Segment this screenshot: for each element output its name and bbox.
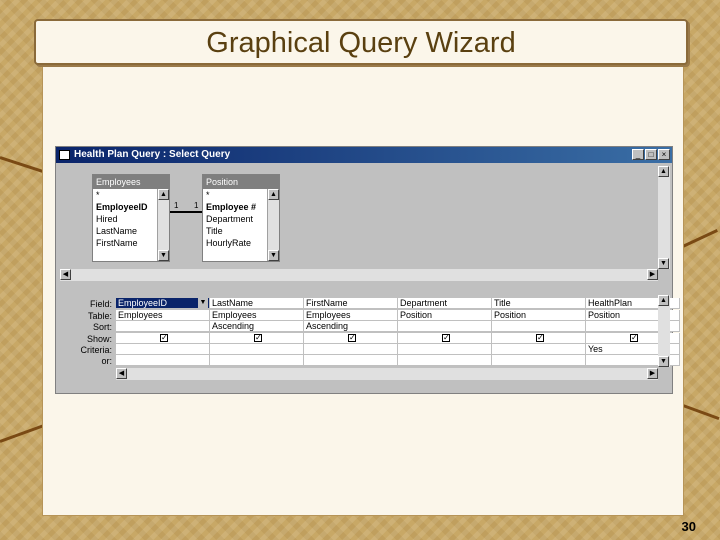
criteria-cell[interactable] xyxy=(492,344,586,355)
close-button[interactable]: × xyxy=(658,149,670,160)
table-pane: Employees * EmployeeID Hired LastName Fi… xyxy=(60,166,658,269)
scroll-down-icon[interactable]: ▼ xyxy=(658,356,669,367)
table-pane-hscrollbar[interactable]: ◀ ▶ xyxy=(60,269,658,281)
grid-vscrollbar[interactable]: ▲ ▼ xyxy=(658,295,670,367)
minimize-button[interactable]: _ xyxy=(632,149,644,160)
row-label: Sort: xyxy=(92,322,112,332)
show-cell[interactable]: ✓ xyxy=(116,333,210,344)
table-cell[interactable]: Employees xyxy=(116,310,210,321)
scroll-right-icon[interactable]: ▶ xyxy=(647,269,658,280)
or-cell[interactable] xyxy=(492,355,586,366)
show-cell[interactable]: ✓ xyxy=(398,333,492,344)
field-cell[interactable]: FirstName xyxy=(304,298,398,309)
scroll-up-icon[interactable]: ▲ xyxy=(158,189,169,200)
relationship-one-right: 1 xyxy=(194,201,199,210)
show-cell[interactable]: ✓ xyxy=(210,333,304,344)
row-label: or: xyxy=(101,356,112,366)
scroll-left-icon[interactable]: ◀ xyxy=(116,368,127,379)
relationship-one-left: 1 xyxy=(174,201,179,210)
show-checkbox[interactable]: ✓ xyxy=(536,334,544,342)
table-pane-vscrollbar[interactable]: ▲ ▼ xyxy=(658,166,670,269)
field-cell[interactable]: EmployeeID ▼ xyxy=(116,298,210,309)
show-checkbox[interactable]: ✓ xyxy=(160,334,168,342)
scroll-down-icon[interactable]: ▼ xyxy=(268,250,279,261)
or-cell[interactable] xyxy=(304,355,398,366)
show-checkbox[interactable]: ✓ xyxy=(348,334,356,342)
or-cell[interactable] xyxy=(210,355,304,366)
table-box-scrollbar[interactable]: ▲ ▼ xyxy=(267,189,279,261)
query-design-window: Health Plan Query : Select Query _ □ × E… xyxy=(55,146,680,394)
scroll-left-icon[interactable]: ◀ xyxy=(60,269,71,280)
scroll-up-icon[interactable]: ▲ xyxy=(658,166,669,177)
show-checkbox[interactable]: ✓ xyxy=(254,334,262,342)
field-cell[interactable]: Title xyxy=(492,298,586,309)
table-cell[interactable]: Employees xyxy=(304,310,398,321)
design-grid: Field: Table: Sort: Show: Criteria: or: … xyxy=(60,295,680,377)
query-icon xyxy=(59,150,70,160)
sort-cell[interactable] xyxy=(116,321,210,332)
show-checkbox[interactable]: ✓ xyxy=(442,334,450,342)
grid-hscrollbar[interactable]: ◀ ▶ xyxy=(116,368,658,380)
page-number: 30 xyxy=(681,519,696,534)
scroll-right-icon[interactable]: ▶ xyxy=(647,368,658,379)
window-title: Health Plan Query : Select Query xyxy=(74,149,231,160)
field-cell[interactable]: LastName xyxy=(210,298,304,309)
table-cell[interactable]: Position xyxy=(398,310,492,321)
show-cell[interactable]: ✓ xyxy=(492,333,586,344)
dropdown-arrow-icon[interactable]: ▼ xyxy=(198,298,208,308)
or-cell[interactable] xyxy=(398,355,492,366)
scroll-down-icon[interactable]: ▼ xyxy=(158,250,169,261)
sort-cell[interactable] xyxy=(398,321,492,332)
sort-cell[interactable] xyxy=(492,321,586,332)
table-cell[interactable]: Position xyxy=(492,310,586,321)
window-titlebar[interactable]: Health Plan Query : Select Query _ □ × xyxy=(56,147,672,163)
slide-title: Graphical Query Wizard xyxy=(206,27,516,59)
criteria-cell[interactable] xyxy=(210,344,304,355)
sort-cell[interactable]: Ascending xyxy=(304,321,398,332)
table-cell[interactable]: Employees xyxy=(210,310,304,321)
table-box-position[interactable]: Position * Employee # Department Title H… xyxy=(202,174,280,262)
criteria-cell[interactable] xyxy=(398,344,492,355)
scroll-down-icon[interactable]: ▼ xyxy=(658,258,669,269)
or-cell[interactable] xyxy=(116,355,210,366)
table-name[interactable]: Position xyxy=(203,175,279,189)
scroll-up-icon[interactable]: ▲ xyxy=(658,295,669,306)
maximize-button[interactable]: □ xyxy=(645,149,657,160)
table-name[interactable]: Employees xyxy=(93,175,169,189)
sort-cell[interactable]: Ascending xyxy=(210,321,304,332)
row-label: Field: xyxy=(89,299,112,309)
criteria-cell[interactable] xyxy=(304,344,398,355)
slide-title-bar: Graphical Query Wizard xyxy=(34,19,688,65)
table-box-employees[interactable]: Employees * EmployeeID Hired LastName Fi… xyxy=(92,174,170,262)
criteria-cell[interactable] xyxy=(116,344,210,355)
field-cell[interactable]: Department xyxy=(398,298,492,309)
table-box-scrollbar[interactable]: ▲ ▼ xyxy=(157,189,169,261)
show-checkbox[interactable]: ✓ xyxy=(630,334,638,342)
show-cell[interactable]: ✓ xyxy=(304,333,398,344)
scroll-up-icon[interactable]: ▲ xyxy=(268,189,279,200)
